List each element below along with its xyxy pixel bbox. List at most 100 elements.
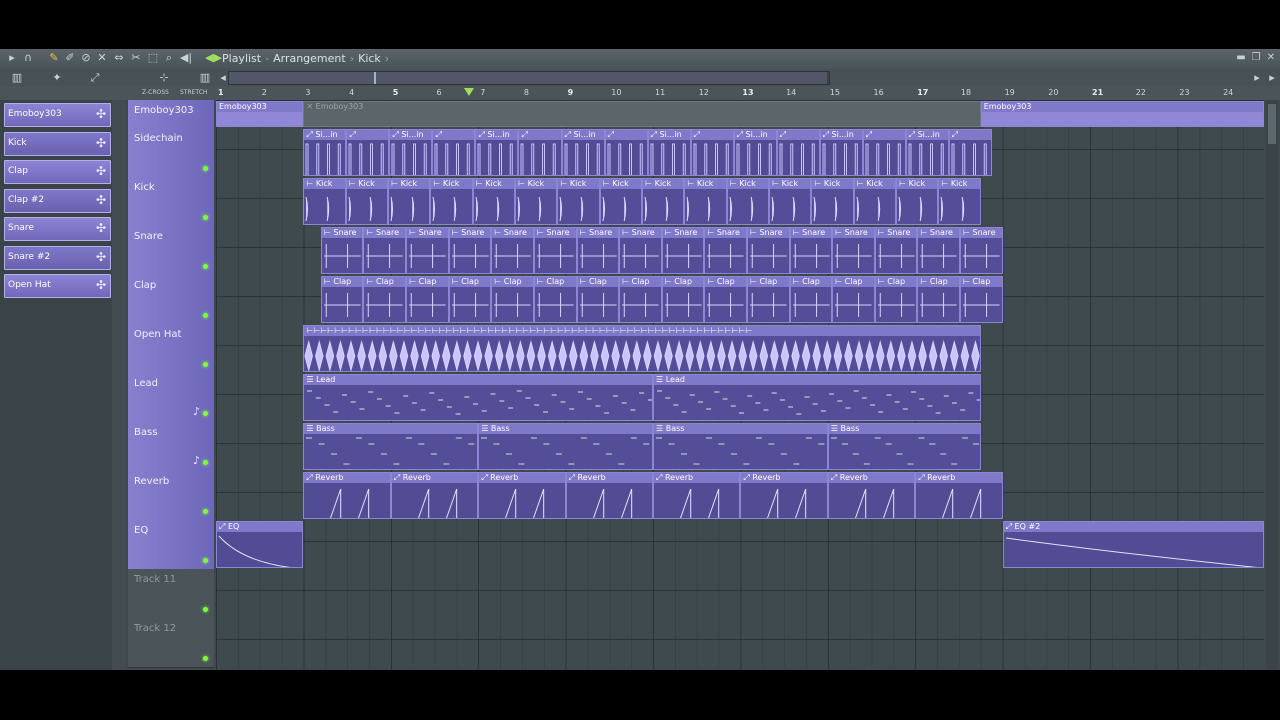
- clip-clap-15[interactable]: ⊢ Clap: [959, 276, 1003, 323]
- track-name[interactable]: Lead: [134, 378, 158, 389]
- clip-sidechain-12[interactable]: ⤢ Si...in: [819, 129, 863, 176]
- track-name[interactable]: Clap: [134, 280, 156, 291]
- clip-snare-11[interactable]: ⊢ Snare: [789, 227, 833, 274]
- clip-sidechain-6[interactable]: ⤢ Si...in: [561, 129, 605, 176]
- drag-handle-icon[interactable]: ✣: [96, 136, 106, 150]
- clip-clap-5[interactable]: ⊢ Clap: [533, 276, 577, 323]
- clip-clap-12[interactable]: ⊢ Clap: [832, 276, 875, 323]
- clip-sidechain-1[interactable]: ⤢: [346, 129, 390, 176]
- clip-clap-9[interactable]: ⊢ Clap: [704, 276, 747, 323]
- track-enable-led[interactable]: [203, 215, 208, 220]
- clip-clap-8[interactable]: ⊢ Clap: [661, 276, 705, 323]
- clip-snare-3[interactable]: ⊢ Snare: [448, 227, 492, 274]
- clip-clap-0[interactable]: ⊢ Clap: [320, 276, 364, 323]
- clip-emoboy303-c[interactable]: Emoboy303: [980, 101, 1264, 127]
- track-header-open-hat[interactable]: Open Hat: [128, 324, 214, 374]
- clip-sidechain-13[interactable]: ⤢: [862, 129, 906, 176]
- clip-clap-1[interactable]: ⊢ Clap: [363, 276, 407, 323]
- piano-icon[interactable]: ▥: [198, 71, 212, 85]
- picker-item-clap[interactable]: Clap ✣: [4, 160, 111, 184]
- clip-kick-13[interactable]: ⊢ Kick: [853, 178, 897, 225]
- track-name[interactable]: Track 12: [134, 623, 176, 634]
- clip-kick-8[interactable]: ⊢ Kick: [642, 178, 685, 225]
- clip-kick-7[interactable]: ⊢ Kick: [599, 178, 643, 225]
- minimize-icon[interactable]: ▬: [1235, 52, 1247, 64]
- clip-snare-15[interactable]: ⊢ Snare: [959, 227, 1003, 274]
- clip-open-hat[interactable]: ⊢⊢⊢⊢⊢⊢⊢⊢⊢⊢⊢⊢⊢⊢⊢⊢⊢⊢⊢⊢⊢⊢⊢⊢⊢⊢⊢⊢⊢⊢⊢⊢⊢⊢⊢⊢⊢⊢⊢⊢…: [303, 325, 981, 372]
- arrangement-grid[interactable]: Emoboy303 ✕ Emoboy303 Emoboy303 ⤢ Si...in ⤢ ⤢…: [216, 100, 1264, 670]
- clip-kick-5[interactable]: ⊢ Kick: [515, 178, 558, 225]
- link-icon[interactable]: ⤢: [88, 71, 102, 85]
- clip-sidechain-5[interactable]: ⤢: [518, 129, 562, 176]
- drag-handle-icon[interactable]: ✣: [96, 107, 106, 121]
- clip-snare-13[interactable]: ⊢ Snare: [874, 227, 918, 274]
- magnet-icon[interactable]: ∩: [21, 51, 35, 65]
- clip-emoboy303-b[interactable]: ✕ Emoboy303: [303, 101, 981, 127]
- slip-icon[interactable]: ⇔: [112, 51, 126, 65]
- clip-lead-1[interactable]: ☰ Lead: [653, 374, 981, 421]
- clip-clap-10[interactable]: ⊢ Clap: [746, 276, 790, 323]
- drag-handle-icon[interactable]: ✣: [96, 193, 106, 207]
- delete-icon[interactable]: ⊘: [79, 51, 93, 65]
- play-arrow-icon[interactable]: ▸: [5, 51, 19, 65]
- clip-clap-13[interactable]: ⊢ Clap: [874, 276, 918, 323]
- clip-kick-15[interactable]: ⊢ Kick: [938, 178, 981, 225]
- picker-item-snare[interactable]: Snare ✣: [4, 217, 111, 241]
- paint-icon[interactable]: ✐: [63, 51, 77, 65]
- clip-sidechain-15[interactable]: ⤢: [948, 129, 992, 176]
- track-enable-led[interactable]: [203, 362, 208, 367]
- clip-snare-14[interactable]: ⊢ Snare: [917, 227, 960, 274]
- track-enable-led[interactable]: [203, 607, 208, 612]
- clip-kick-3[interactable]: ⊢ Kick: [430, 178, 473, 225]
- clip-snare-5[interactable]: ⊢ Snare: [533, 227, 577, 274]
- track-header-sidechain[interactable]: Sidechain: [128, 128, 214, 178]
- clip-bass-1[interactable]: ☰ Bass: [478, 423, 653, 470]
- clip-bass-2[interactable]: ☰ Bass: [653, 423, 828, 470]
- clip-lead-0[interactable]: ☰ Lead: [303, 374, 653, 421]
- clip-sidechain-11[interactable]: ⤢: [776, 129, 820, 176]
- track-name[interactable]: Kick: [134, 182, 155, 193]
- overview-window[interactable]: [229, 72, 827, 84]
- clip-snare-1[interactable]: ⊢ Snare: [363, 227, 407, 274]
- clip-kick-4[interactable]: ⊢ Kick: [472, 178, 516, 225]
- track-enable-led[interactable]: [203, 656, 208, 661]
- maximize-icon[interactable]: ❐: [1250, 52, 1262, 64]
- track-header-lead[interactable]: Lead ♪: [128, 373, 214, 423]
- slice-icon[interactable]: ✂: [129, 51, 143, 65]
- playhead-marker[interactable]: [464, 88, 474, 96]
- clip-sidechain-9[interactable]: ⤢: [690, 129, 734, 176]
- clip-sidechain-2[interactable]: ⤢ Si...in: [389, 129, 433, 176]
- clip-snare-10[interactable]: ⊢ Snare: [746, 227, 790, 274]
- clip-bass-3[interactable]: ☰ Bass: [827, 423, 981, 470]
- track-header-reverb[interactable]: Reverb: [128, 471, 214, 521]
- track-header-bass[interactable]: Bass ♪: [128, 422, 214, 472]
- clip-kick-9[interactable]: ⊢ Kick: [684, 178, 727, 225]
- clip-emoboy303-a[interactable]: Emoboy303: [216, 101, 304, 127]
- clip-clap-4[interactable]: ⊢ Clap: [491, 276, 534, 323]
- track-enable-led[interactable]: [203, 313, 208, 318]
- clip-kick-2[interactable]: ⊢ Kick: [388, 178, 431, 225]
- clip-eq-2[interactable]: ⤢ EQ #2: [1002, 521, 1264, 568]
- clip-snare-8[interactable]: ⊢ Snare: [661, 227, 705, 274]
- track-header-kick[interactable]: Kick: [128, 177, 214, 227]
- clip-snare-7[interactable]: ⊢ Snare: [619, 227, 662, 274]
- scroll-right-icon[interactable]: ▸: [1250, 71, 1264, 85]
- track-name[interactable]: Snare: [134, 231, 163, 242]
- arrow-icon[interactable]: ◀▶: [205, 51, 222, 65]
- clip-snare-2[interactable]: ⊢ Snare: [406, 227, 449, 274]
- picker-item-open-hat[interactable]: Open Hat ✣: [4, 274, 111, 298]
- expand-icon[interactable]: ▸: [1265, 71, 1279, 85]
- clip-sidechain-14[interactable]: ⤢ Si...in: [905, 129, 949, 176]
- picker-item-clap-2[interactable]: Clap #2 ✣: [4, 189, 111, 213]
- track-enable-led[interactable]: [203, 509, 208, 514]
- drag-handle-icon[interactable]: ✣: [96, 278, 106, 292]
- clip-sidechain-0[interactable]: ⤢ Si...in: [303, 129, 347, 176]
- track-header-eq[interactable]: EQ: [128, 520, 214, 570]
- clip-snare-4[interactable]: ⊢ Snare: [491, 227, 534, 274]
- pencil-icon[interactable]: ✎: [47, 51, 61, 65]
- clip-reverb-6[interactable]: ⤢ Reverb: [827, 472, 916, 519]
- track-header-emoboy303[interactable]: Emoboy303: [128, 100, 214, 129]
- clip-kick-6[interactable]: ⊢ Kick: [557, 178, 600, 225]
- stretch-label[interactable]: STRETCH: [180, 89, 207, 96]
- clip-sidechain-3[interactable]: ⤢: [432, 129, 476, 176]
